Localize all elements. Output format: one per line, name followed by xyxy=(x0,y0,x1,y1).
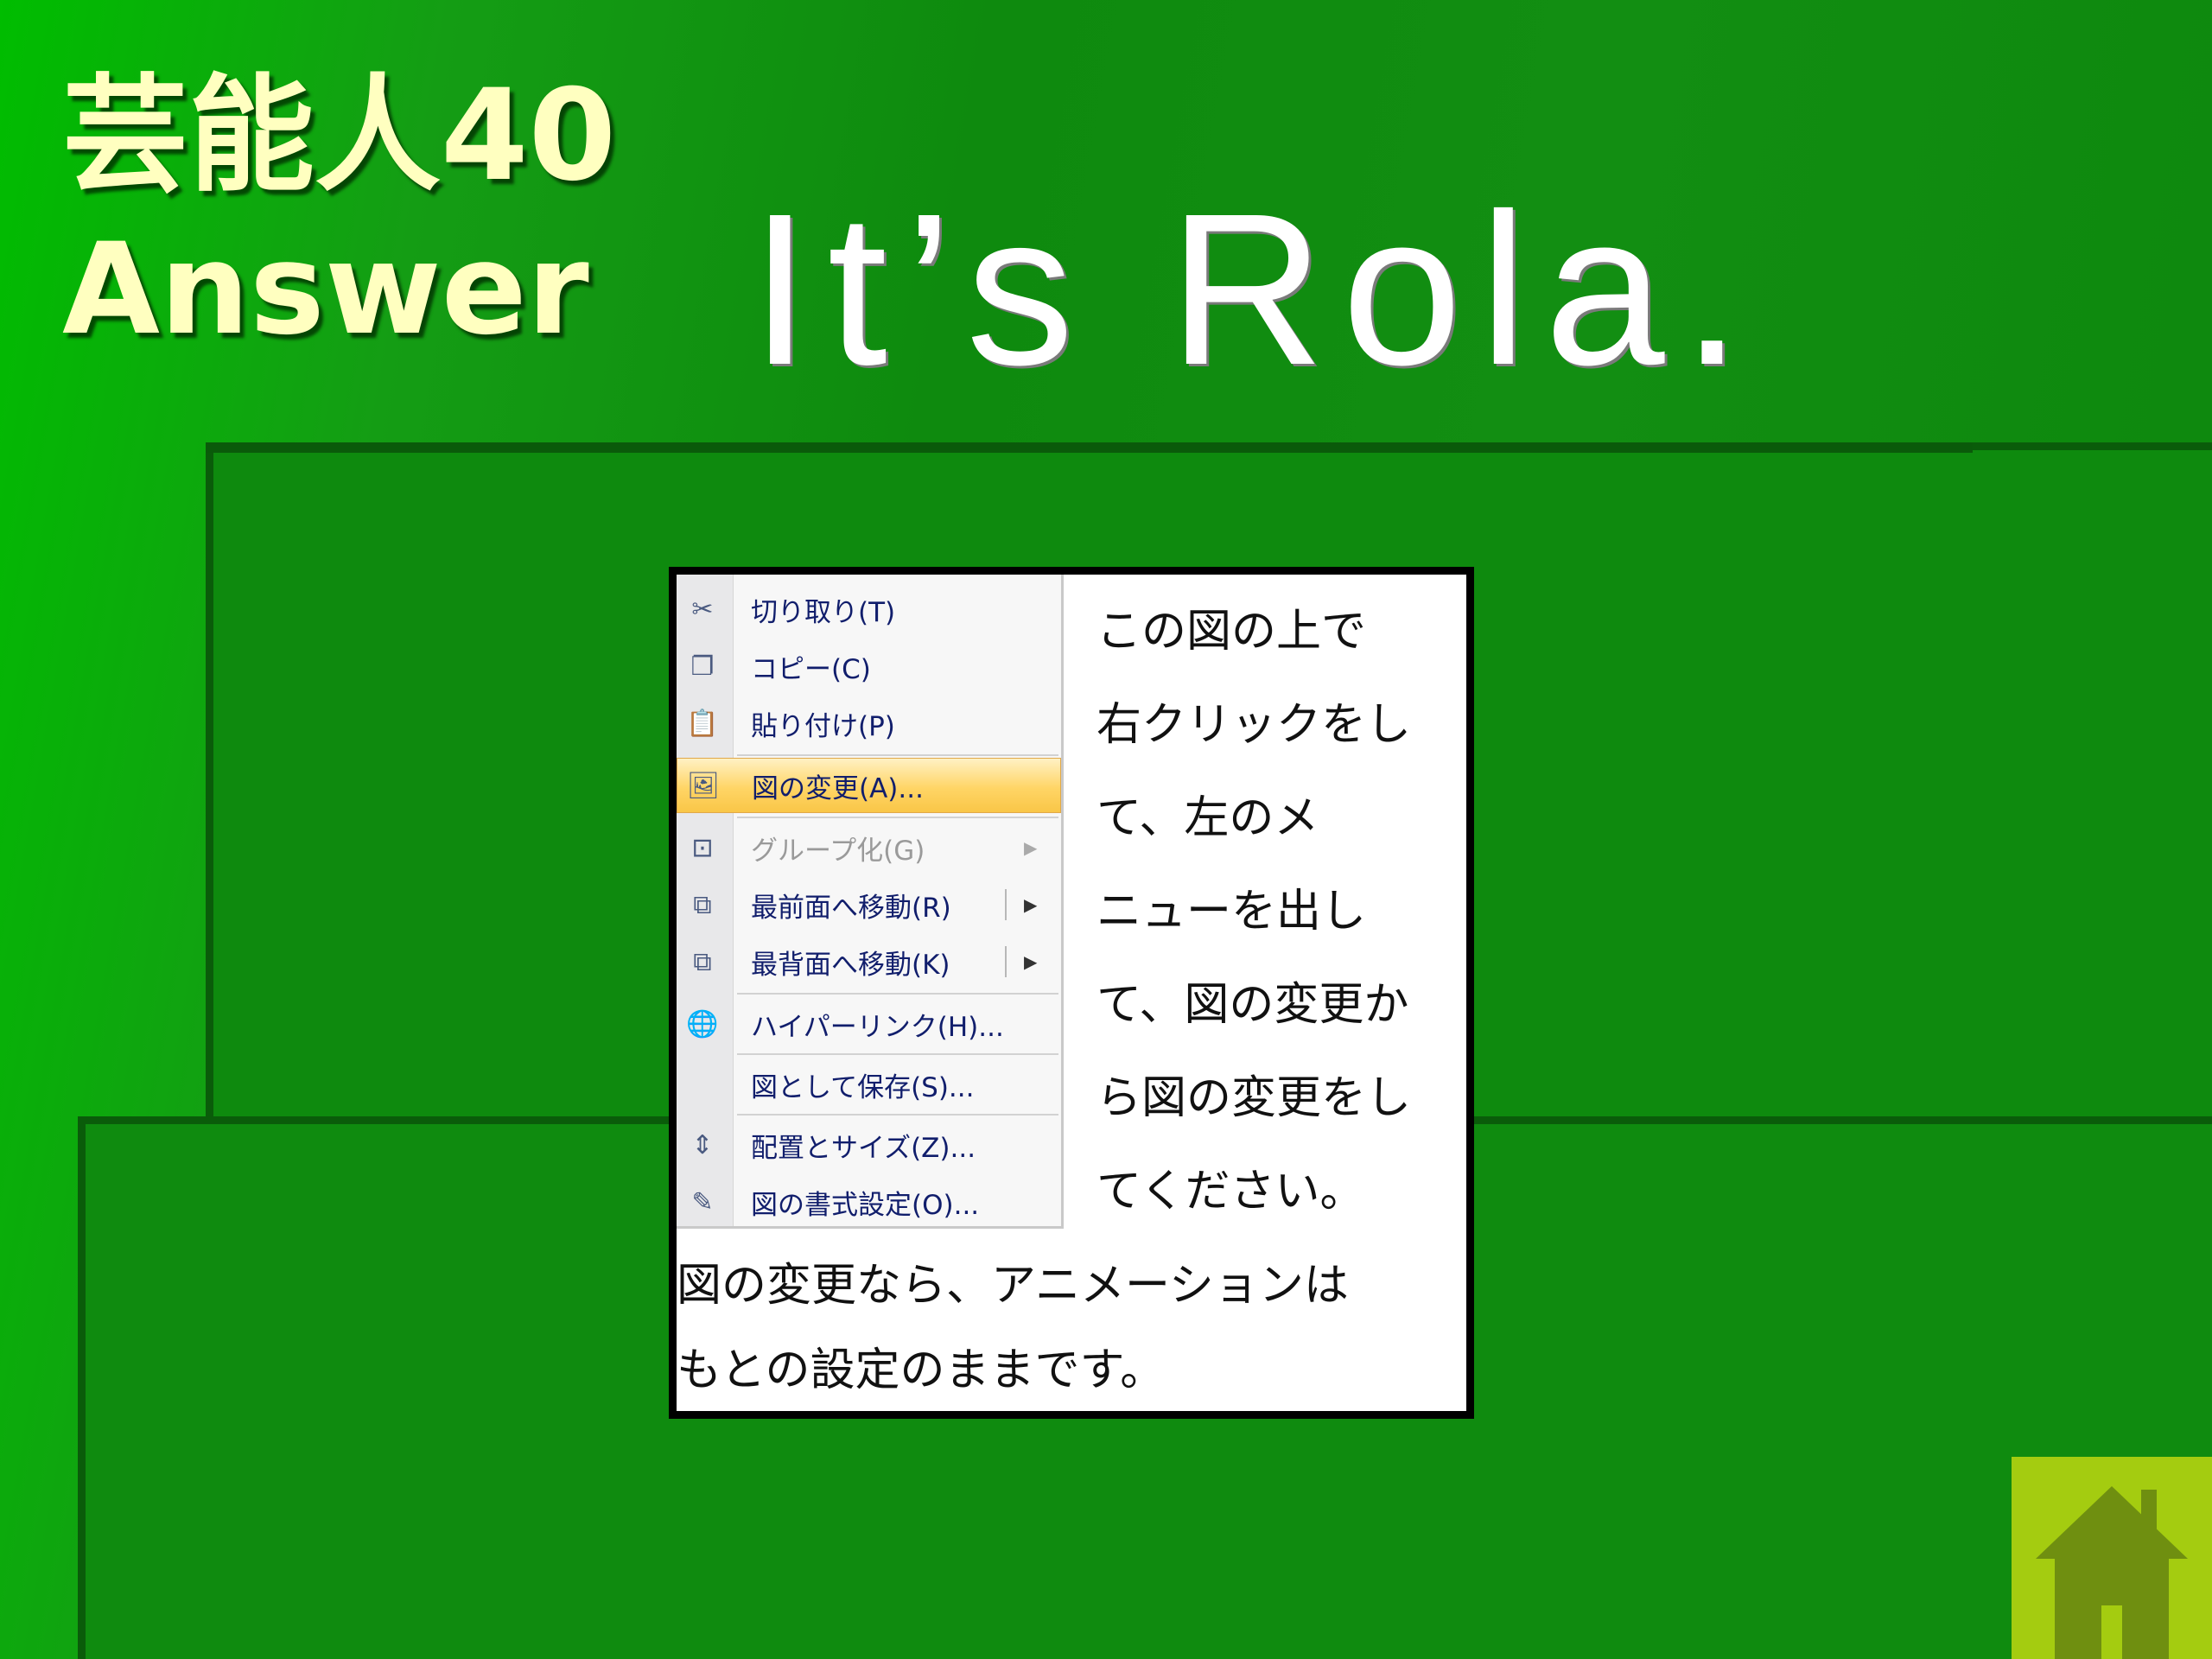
instruction-line: 右クリックをし xyxy=(1096,699,1412,751)
menu-item-label: ハイパーリンク(H)... xyxy=(751,1011,1004,1043)
menu-separator xyxy=(737,1114,1058,1116)
menu-separator xyxy=(737,817,1058,818)
menu-item-label: 配置とサイズ(Z)... xyxy=(751,1132,976,1164)
submenu-arrow-icon[interactable]: ▶ xyxy=(1024,951,1037,972)
group-icon: ⊡ xyxy=(691,832,714,863)
answer-text: It’s Rola. xyxy=(750,168,1760,410)
menu-item-label: 切り取り(T) xyxy=(751,596,896,628)
menu-item-bring-to-front[interactable]: ⧉ 最前面へ移動(R) ▶ xyxy=(677,877,1061,932)
change-picture-icon: 🖼 xyxy=(686,770,721,801)
instruction-picture[interactable]: ✂ 切り取り(T) ❐ コピー(C) 📋 貼り付け(P) 🖼 図の変更(A)..… xyxy=(669,567,1474,1419)
instruction-picture-content: ✂ 切り取り(T) ❐ コピー(C) 📋 貼り付け(P) 🖼 図の変更(A)..… xyxy=(677,575,1466,1411)
note-line: もとの設定のままです。 xyxy=(677,1344,1166,1396)
context-menu: ✂ 切り取り(T) ❐ コピー(C) 📋 貼り付け(P) 🖼 図の変更(A)..… xyxy=(677,575,1064,1229)
menu-item-label: 貼り付け(P) xyxy=(751,710,895,742)
instruction-line: この図の上で xyxy=(1096,606,1367,658)
hyperlink-icon: 🌐 xyxy=(686,1008,719,1039)
menu-item-paste[interactable]: 📋 貼り付け(P) xyxy=(677,696,1061,751)
home-button[interactable] xyxy=(2012,1457,2212,1659)
menu-item-label: 図として保存(S)... xyxy=(751,1071,975,1103)
format-picture-icon: ✎ xyxy=(691,1186,714,1217)
menu-item-label: グループ化(G) xyxy=(751,835,925,867)
menu-item-format-picture[interactable]: ✎ 図の書式設定(O)... xyxy=(677,1174,1061,1230)
note-line: 図の変更なら、アニメーションは xyxy=(677,1260,1349,1312)
menu-item-label: 図の書式設定(O)... xyxy=(751,1189,980,1221)
menu-item-label: 最背面へ移動(K) xyxy=(751,949,950,981)
instruction-text: この図の上で 右クリックをし て、左のメ ニューを出し て、図の変更か ら図の変… xyxy=(1096,585,1459,1238)
copy-icon: ❐ xyxy=(690,651,715,682)
instruction-line: て、図の変更か xyxy=(1096,979,1409,1031)
menu-item-label: 最前面へ移動(R) xyxy=(751,892,951,924)
menu-separator xyxy=(737,1053,1058,1055)
menu-item-save-as-picture[interactable]: 図として保存(S)... xyxy=(677,1057,1061,1112)
menu-item-hyperlink[interactable]: 🌐 ハイパーリンク(H)... xyxy=(677,996,1061,1052)
submenu-arrow-icon: ▶ xyxy=(1024,837,1038,858)
background-panel-top-edge xyxy=(206,442,1973,453)
size-position-icon: ⇕ xyxy=(691,1129,714,1160)
split-button-divider xyxy=(1005,946,1007,977)
submenu-arrow-icon[interactable]: ▶ xyxy=(1024,894,1037,915)
slide-title-line2: Answer xyxy=(62,216,589,363)
menu-separator xyxy=(737,993,1058,995)
menu-item-size-position[interactable]: ⇕ 配置とサイズ(Z)... xyxy=(677,1117,1061,1173)
send-to-back-icon: ⧉ xyxy=(693,946,712,977)
menu-item-change-picture[interactable]: 🖼 図の変更(A)... xyxy=(677,758,1061,813)
menu-item-label: 図の変更(A)... xyxy=(752,772,924,804)
instruction-line: ら図の変更をし xyxy=(1096,1072,1412,1124)
instruction-line: てください。 xyxy=(1096,1166,1365,1217)
menu-item-group[interactable]: ⊡ グループ化(G) ▶ xyxy=(677,820,1061,875)
home-icon xyxy=(2036,1486,2188,1659)
scissors-icon: ✂ xyxy=(691,594,714,625)
instruction-line: ニューを出し xyxy=(1096,886,1367,938)
menu-item-send-to-back[interactable]: ⧉ 最背面へ移動(K) ▶ xyxy=(677,934,1061,989)
split-button-divider xyxy=(1005,889,1007,920)
slide-title: 芸能人40 Answer xyxy=(62,59,616,366)
instruction-line: て、左のメ xyxy=(1096,792,1319,844)
animation-note: 図の変更なら、アニメーションは もとの設定のままです。 xyxy=(677,1243,1465,1411)
slide-title-line1: 芸能人40 xyxy=(62,62,617,209)
menu-separator xyxy=(737,754,1058,756)
bring-to-front-icon: ⧉ xyxy=(693,889,712,920)
paste-icon: 📋 xyxy=(686,708,719,739)
menu-item-copy[interactable]: ❐ コピー(C) xyxy=(677,639,1061,694)
menu-item-cut[interactable]: ✂ 切り取り(T) xyxy=(677,582,1061,637)
menu-item-label: コピー(C) xyxy=(751,653,871,685)
